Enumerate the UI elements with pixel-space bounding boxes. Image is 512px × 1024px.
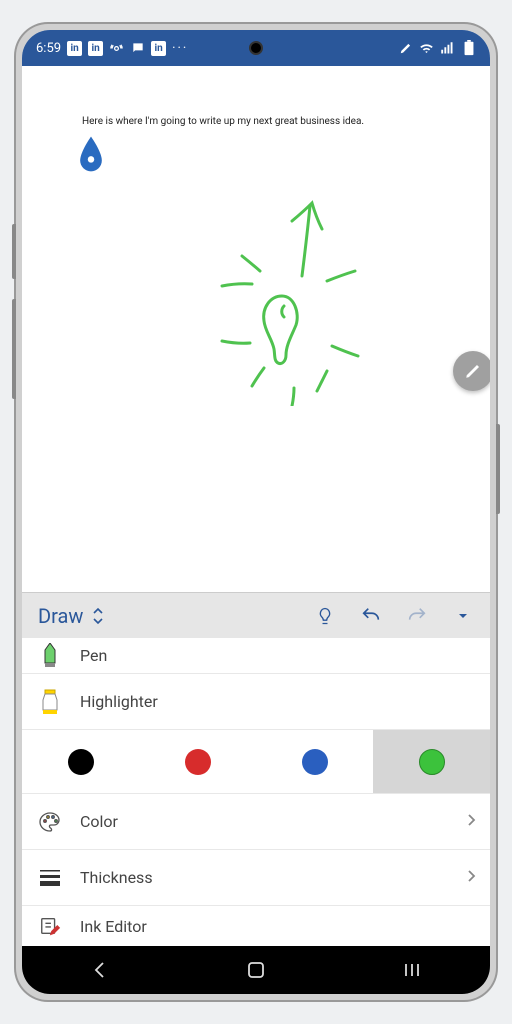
tool-pen-row[interactable]: Pen bbox=[22, 638, 490, 674]
document-canvas[interactable]: Here is where I'm going to write up my n… bbox=[22, 66, 490, 592]
signal-icon bbox=[440, 41, 455, 56]
highlighter-icon bbox=[36, 688, 64, 716]
pen-icon bbox=[36, 643, 64, 669]
palette-icon bbox=[36, 811, 64, 833]
chevron-right-icon bbox=[466, 812, 476, 831]
android-nav-bar bbox=[22, 946, 490, 994]
tool-options-panel: Pen Highlighter Color bbox=[22, 638, 490, 946]
screen: 6:59 in in in ··· bbox=[22, 30, 490, 994]
chevron-right-icon bbox=[466, 868, 476, 887]
hotspot-icon bbox=[109, 41, 124, 56]
nav-home-button[interactable] bbox=[245, 959, 267, 981]
edit-fab[interactable] bbox=[453, 351, 490, 391]
document-text: Here is where I'm going to write up my n… bbox=[82, 116, 364, 127]
redo-icon bbox=[406, 605, 428, 627]
toolbar-expand-button[interactable] bbox=[442, 595, 484, 637]
nav-recents-button[interactable] bbox=[401, 959, 423, 981]
undo-icon bbox=[360, 605, 382, 627]
swatch-red[interactable] bbox=[139, 730, 256, 793]
undo-button[interactable] bbox=[350, 595, 392, 637]
updown-chevron-icon bbox=[91, 606, 105, 626]
tool-highlighter-row[interactable]: Highlighter bbox=[22, 674, 490, 730]
phone-frame: 6:59 in in in ··· bbox=[16, 24, 496, 1000]
chat-icon bbox=[130, 41, 145, 56]
ink-editor-label: Ink Editor bbox=[80, 917, 147, 936]
thickness-row[interactable]: Thickness bbox=[22, 850, 490, 906]
caret-down-icon bbox=[457, 610, 469, 622]
color-label: Color bbox=[80, 812, 118, 831]
home-icon bbox=[246, 960, 266, 980]
linkedin-icon: in bbox=[88, 41, 103, 56]
linkedin-icon: in bbox=[67, 41, 82, 56]
status-bar: 6:59 in in in ··· bbox=[22, 30, 490, 66]
pencil-icon bbox=[464, 362, 482, 380]
nav-back-button[interactable] bbox=[89, 959, 111, 981]
recents-icon bbox=[403, 962, 421, 978]
ink-editor-icon bbox=[36, 915, 64, 937]
battery-icon bbox=[461, 41, 476, 56]
hint-lightbulb-button[interactable] bbox=[304, 595, 346, 637]
back-icon bbox=[91, 961, 109, 979]
swatch-black[interactable] bbox=[22, 730, 139, 793]
swatch-blue[interactable] bbox=[256, 730, 373, 793]
thickness-label: Thickness bbox=[80, 868, 153, 887]
more-notifications-icon: ··· bbox=[172, 41, 188, 56]
mode-label: Draw bbox=[38, 604, 83, 628]
ribbon-mode-selector[interactable]: Draw bbox=[28, 598, 115, 634]
wifi-icon bbox=[419, 41, 434, 56]
pen-indicator-icon bbox=[398, 41, 413, 56]
color-swatches bbox=[22, 730, 490, 794]
color-row[interactable]: Color bbox=[22, 794, 490, 850]
linkedin-icon: in bbox=[151, 41, 166, 56]
draw-toolbar: Draw bbox=[22, 592, 490, 638]
front-camera bbox=[249, 41, 263, 55]
ink-drop-icon bbox=[78, 136, 104, 172]
ink-sketch bbox=[142, 146, 402, 406]
status-time: 6:59 bbox=[36, 41, 61, 56]
redo-button[interactable] bbox=[396, 595, 438, 637]
pen-label: Pen bbox=[80, 646, 107, 665]
thickness-icon bbox=[36, 869, 64, 887]
phone-power-button bbox=[496, 424, 500, 514]
ink-editor-row[interactable]: Ink Editor bbox=[22, 906, 490, 946]
lightbulb-icon bbox=[315, 606, 335, 626]
highlighter-label: Highlighter bbox=[80, 692, 158, 711]
swatch-green[interactable] bbox=[373, 730, 490, 793]
